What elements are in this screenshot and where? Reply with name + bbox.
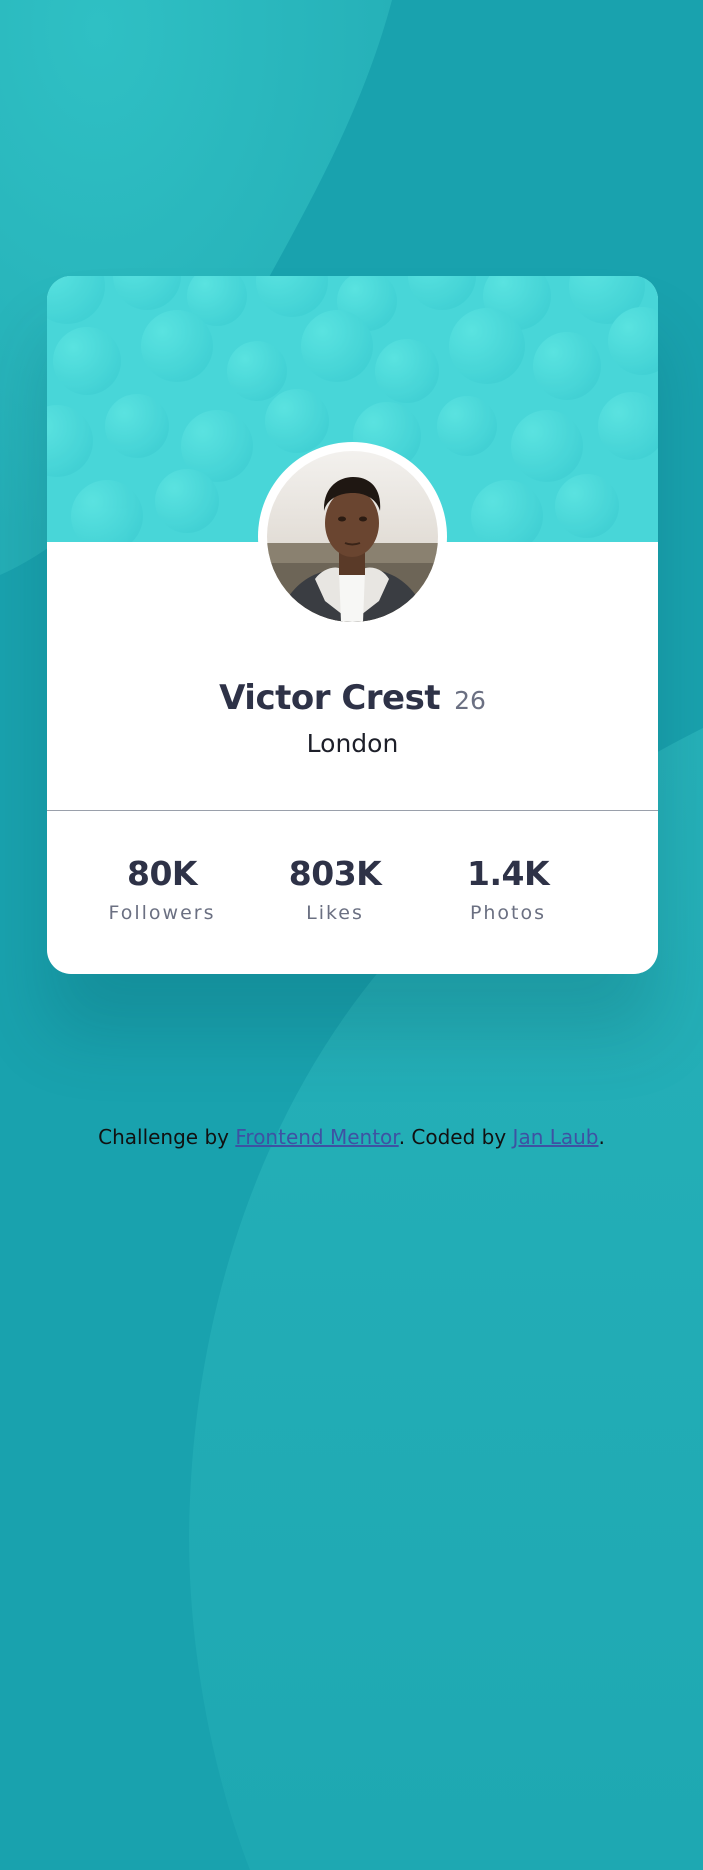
stat-label: Likes	[306, 902, 364, 924]
stat-value: 80K	[127, 854, 198, 893]
profile-photo	[267, 451, 438, 622]
stat-value: 1.4K	[466, 854, 550, 893]
stat-photos: 1.4K Photos	[418, 852, 598, 928]
stat-followers: 80K Followers	[72, 852, 252, 928]
attribution-suffix: .	[598, 1125, 605, 1149]
author-link[interactable]: Jan Laub	[513, 1125, 599, 1149]
card-divider	[47, 810, 658, 811]
attribution: Challenge by Frontend Mentor. Coded by J…	[0, 1120, 703, 1154]
profile-name: Victor Crest	[219, 678, 441, 718]
frontend-mentor-link[interactable]: Frontend Mentor	[235, 1125, 398, 1149]
profile-age: 26	[454, 686, 486, 715]
stat-value: 803K	[288, 854, 382, 893]
stat-label: Photos	[469, 902, 547, 924]
stat-likes: 803K Likes	[245, 852, 425, 928]
stat-label: Followers	[108, 902, 216, 924]
attribution-middle: . Coded by	[398, 1125, 513, 1149]
profile-identity: Victor Crest 26 London	[47, 676, 658, 764]
attribution-prefix: Challenge by	[98, 1125, 236, 1149]
profile-city: London	[306, 729, 399, 758]
avatar	[258, 442, 447, 631]
